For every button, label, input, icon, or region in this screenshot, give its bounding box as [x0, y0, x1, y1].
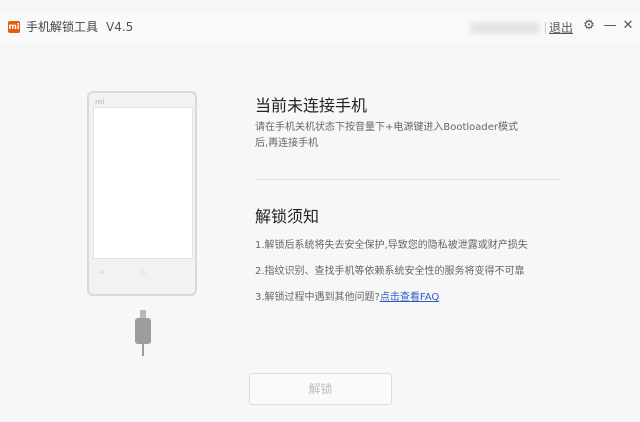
phone-illustration: mi ≡ ○ ‹ — [87, 91, 197, 296]
notice-item-3: 3.解锁过程中遇到其他问题?点击查看FAQ — [255, 290, 439, 306]
usb-cable-neck — [140, 310, 146, 318]
usb-plug-icon — [135, 318, 151, 344]
gear-icon[interactable]: ⚙ — [581, 17, 597, 35]
account-id-blurred — [470, 22, 540, 34]
notice-heading: 解锁须知 — [255, 207, 320, 226]
minimize-icon[interactable]: — — [602, 17, 618, 35]
section-divider — [255, 179, 560, 180]
logout-link[interactable]: 退出 — [549, 19, 573, 36]
app-version: V4.5 — [106, 20, 134, 34]
menu-key-icon: ≡ — [99, 269, 105, 276]
app-name: 手机解锁工具 — [26, 20, 99, 34]
notice-item-3-text: 3.解锁过程中遇到其他问题? — [255, 292, 380, 303]
app-title: 手机解锁工具 V4.5 — [26, 18, 133, 35]
usb-cable-wire — [142, 344, 144, 356]
mi-logo: mi — [8, 21, 20, 33]
home-key-icon: ○ — [140, 269, 146, 276]
phone-nav-keys: ≡ ○ ‹ — [99, 269, 185, 281]
notice-item-2: 2.指纹识别、查找手机等依赖系统安全性的服务将变得不可靠 — [255, 266, 525, 277]
notice-item-1: 1.解锁后系统将失去安全保护,导致您的隐私被泄露或财产损失 — [255, 240, 528, 251]
close-icon[interactable]: ✕ — [620, 17, 636, 35]
faq-link[interactable]: 点击查看FAQ — [380, 292, 439, 303]
connect-heading: 当前未连接手机 — [255, 96, 368, 115]
title-bar: mi 手机解锁工具 V4.5 退出 ⚙ — ✕ — [0, 12, 640, 44]
connect-instruction-line1: 请在手机关机状态下按音量下+电源键进入Bootloader模式 — [255, 122, 519, 133]
app-window: mi 手机解锁工具 V4.5 退出 ⚙ — ✕ mi ≡ ○ ‹ 当前未连接手机 … — [0, 12, 640, 422]
unlock-button[interactable]: 解锁 — [249, 373, 392, 405]
phone-brand: mi — [95, 98, 105, 106]
phone-screen — [93, 107, 193, 259]
titlebar-separator — [545, 22, 546, 34]
connect-instruction-line2: 后,再连接手机 — [255, 138, 319, 149]
back-key-icon: ‹ — [182, 269, 185, 276]
